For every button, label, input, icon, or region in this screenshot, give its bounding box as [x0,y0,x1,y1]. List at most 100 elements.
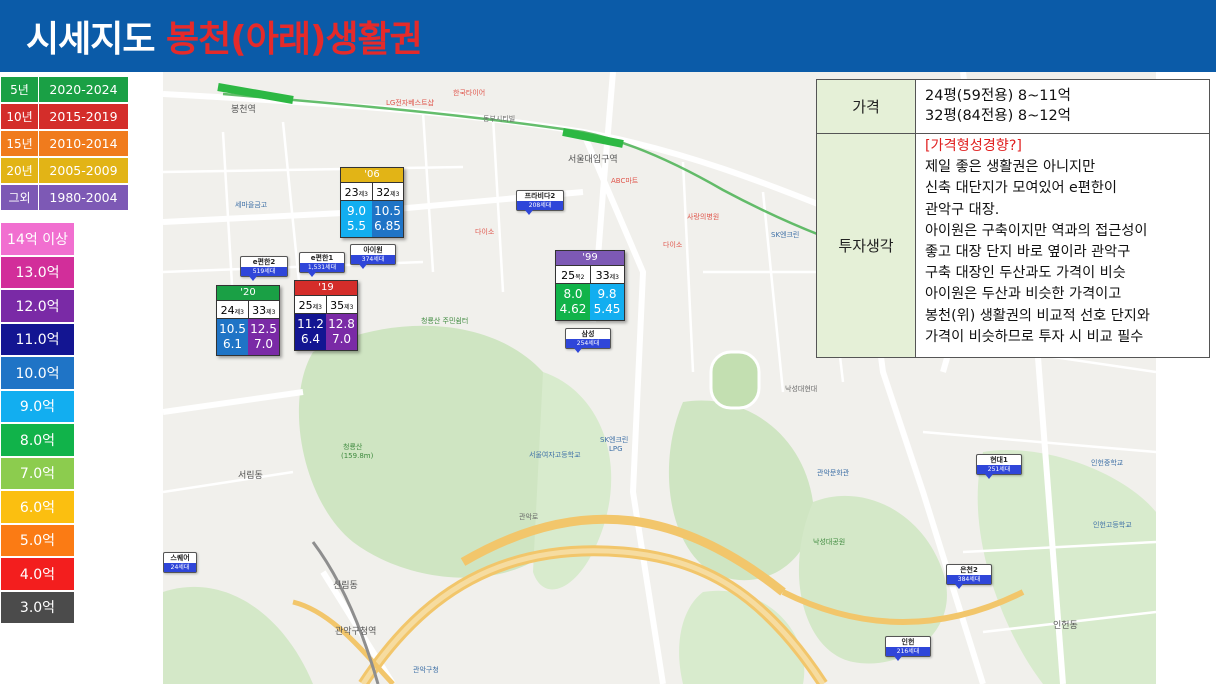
card-size-unit: 제3 [609,274,619,281]
card-size-unit: 제3 [266,309,276,316]
complex-marker[interactable]: 인헌 216세대 [885,636,931,661]
card-size-unit: 복2 [575,274,585,281]
info-invest-heading: [가격형성경향?] [925,138,1022,154]
year-legend-label: 5년 [1,77,39,102]
card-size-unit: 제3 [344,304,354,311]
map-label-inheon-middle-school: 인헌중학교 [1091,459,1124,467]
year-legend-label: 15년 [1,131,39,156]
complex-marker[interactable]: 현대1 251세대 [976,454,1022,479]
complex-marker-units: 251세대 [977,465,1021,474]
map-label-gwanak-station: 관악구청역 [335,627,377,637]
map-label-seorim-dong: 서림동 [238,471,263,481]
card-size-number: 24 [220,304,235,317]
complex-marker[interactable]: 프라비다2 208세대 [516,190,564,215]
marker-pin-icon [525,210,533,215]
card-size: 35제3 [325,296,358,313]
card-price-column: 10.5 6.1 [217,319,248,355]
price-legend-item: 4.0억 [0,557,75,591]
info-row-invest: 투자생각 [가격형성경향?] 제일 좋은 생활권은 아니지만 신축 대단지가 모… [817,134,1209,357]
complex-marker[interactable]: 삼성 254세대 [565,328,611,353]
complex-marker-name: 스퀘어 [170,554,190,562]
year-legend-row: 그외 1980-2004 [0,184,129,211]
complex-price-card[interactable]: '06 23제3 32제3 9.0 5.5 10.5 6.85 [340,167,404,238]
info-invest-text: [가격형성경향?] 제일 좋은 생활권은 아니지만 신축 대단지가 모여있어 e… [925,136,1150,348]
card-sale-price: 10.5 [219,322,246,336]
marker-pin-icon [985,474,993,479]
complex-marker[interactable]: 은천2 384세대 [946,564,992,589]
complex-marker-units: 374세대 [351,255,395,264]
card-prices: 9.0 5.5 10.5 6.85 [341,201,403,237]
complex-marker[interactable]: 아이원 374세대 [350,244,396,269]
price-legend-item: 14억 이상 [0,222,75,256]
info-invest-line: 아이원은 두산과 비슷한 가격이고 [925,286,1122,303]
card-build-year: '99 [556,251,624,265]
year-legend-range: 1980-2004 [49,190,118,205]
info-invest-line: 가격이 비슷하므로 투자 시 비교 필수 [925,328,1144,345]
card-size-number: 33 [252,304,267,317]
info-invest-line: 좋고 대장 단지 바로 옆이라 관악구 [925,244,1131,261]
map-label-seouldae-station: 서울대입구역 [568,155,618,165]
year-legend-row: 5년 2020-2024 [0,76,129,103]
map-label-saemaeul-bank: 세마을금고 [235,201,268,209]
card-sale-price: 12.5 [250,322,277,336]
card-size: 24제3 [217,301,248,318]
map-label-hospital: 사랑의병원 [687,213,720,221]
price-legend-item: 10.0억 [0,356,75,390]
map-label-cheongryongsan: 청룡산 [343,443,363,451]
map-label-dongbu-city: 동부시티빌 [483,115,516,123]
card-prices: 11.2 6.4 12.8 7.0 [295,314,357,350]
title-prefix: 시세지도 [26,19,155,60]
map-label-inheon-dong: 인헌동 [1053,621,1078,631]
map-label-sk-enclean: SK엔크린 [600,436,629,444]
complex-marker[interactable]: e편한1 1,531세대 [299,252,345,277]
info-invest-line: 신축 대단지가 모여있어 e편한이 [925,180,1117,197]
price-legend: 14억 이상 13.0억 12.0억 11.0억 10.0억 9.0억 8.0억… [0,222,75,624]
map-label-nakseongdae-hyundai: 낙성대현대 [785,385,818,393]
info-price-label: 가격 [817,80,916,133]
year-legend-range: 2015-2019 [49,109,118,124]
complex-marker[interactable]: 스퀘어 24세대 [163,552,197,573]
card-size-number: 25 [561,269,576,282]
map-label-daiso: 다이소 [663,241,683,249]
complex-marker-units: 24세대 [164,563,196,572]
map-label-sk-enclean: SK엔크린 [771,231,800,239]
card-size-unit: 제3 [390,191,400,198]
card-price-column: 12.5 7.0 [248,319,279,355]
marker-pin-icon [359,264,367,269]
complex-marker-units: 254세대 [566,339,610,348]
info-price-line: 32평(84전용) 8~12억 [925,108,1072,124]
card-jeonse-price: 5.45 [593,302,621,316]
complex-marker-name: e편한1 [310,254,334,262]
map-label-sillim-dong: 신림동 [333,581,358,591]
complex-price-card[interactable]: '20 24제3 33제3 10.5 6.1 12.5 7.0 [216,285,280,356]
complex-marker-units: 519세대 [241,267,287,276]
info-invest-line: 아이원은 구축이지만 역과의 접근성이 [925,222,1148,239]
complex-marker[interactable]: e편한2 519세대 [240,256,288,281]
info-table: 가격 24평(59전용) 8~11억 32평(84전용) 8~12억 투자생각 … [816,79,1210,358]
card-jeonse-price: 7.0 [253,337,274,351]
title-area: 봉천(아래)생활권 [166,19,423,60]
price-legend-item: 6.0억 [0,490,75,524]
card-sale-price: 10.5 [374,204,401,218]
marker-pin-icon [955,584,963,589]
map-label-gwanak-hall: 관악문화관 [817,469,850,477]
complex-marker-name: 삼성 [581,330,595,338]
map-label-gwanak-office: 관악구청 [413,666,439,674]
map-label-gwanak-ro: 관악로 [519,513,539,521]
complex-price-card[interactable]: '19 25제3 35제3 11.2 6.4 12.8 7.0 [294,280,358,351]
price-legend-item: 5.0억 [0,523,75,557]
card-size-unit: 제3 [358,191,368,198]
map-label-seoul-girls-high-school: 서울여자고등학교 [529,451,581,459]
card-size-number: 32 [376,186,391,199]
complex-marker-name: 은천2 [960,566,978,574]
card-size-number: 35 [330,299,345,312]
card-size: 25제3 [295,296,326,313]
info-invest-line: 관악구 대장. [925,201,1000,218]
complex-price-card[interactable]: '99 25복2 33제3 8.0 4.62 9.8 5.45 [555,250,625,321]
card-build-year: '20 [217,286,279,300]
info-invest-line: 제일 좋은 생활권은 아니지만 [925,159,1096,176]
year-legend-range: 2010-2014 [49,136,118,151]
marker-pin-icon [249,276,257,281]
price-legend-item: 8.0억 [0,423,75,457]
price-legend-item: 3.0억 [0,590,75,624]
